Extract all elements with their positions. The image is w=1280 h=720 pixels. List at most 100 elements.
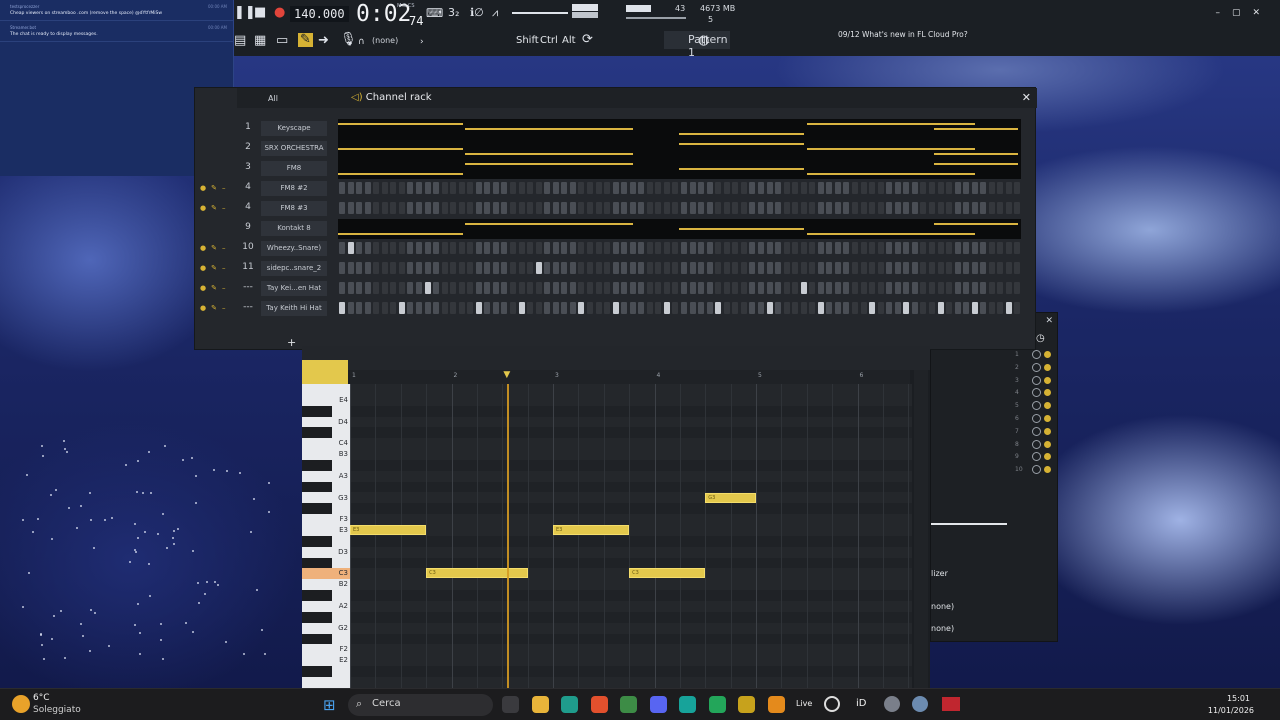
step-button[interactable] — [535, 242, 542, 254]
step-button[interactable] — [843, 282, 850, 294]
step-button[interactable] — [928, 262, 935, 274]
step-button[interactable] — [1014, 242, 1021, 254]
step-button[interactable] — [988, 262, 995, 274]
step-button[interactable] — [501, 302, 508, 314]
step-button[interactable] — [373, 282, 380, 294]
step-button[interactable] — [946, 242, 953, 254]
step-button[interactable] — [1005, 262, 1012, 274]
step-button[interactable] — [595, 182, 602, 194]
step-button[interactable] — [1005, 202, 1012, 214]
step-button[interactable] — [681, 282, 687, 294]
step-button[interactable] — [715, 302, 722, 314]
slot-led-icon[interactable] — [1044, 427, 1051, 435]
step-button[interactable] — [604, 262, 611, 274]
channel-row[interactable]: ●✎– 11 sidepc..snare_2 — [195, 259, 1037, 279]
step-button[interactable] — [501, 202, 508, 214]
channel-controls[interactable]: ●✎– — [200, 284, 230, 292]
step-button[interactable] — [886, 262, 893, 274]
step-button[interactable] — [920, 202, 927, 214]
slot-knob-icon[interactable] — [1032, 388, 1041, 398]
step-button[interactable] — [450, 262, 457, 274]
edge-icon[interactable] — [561, 696, 578, 713]
note-grid[interactable]: E3 C3 E3 C3 G3 — [350, 384, 912, 688]
step-button[interactable] — [800, 302, 807, 314]
mic-icon[interactable]: 🎙 — [340, 33, 357, 47]
chrome-icon[interactable] — [620, 696, 637, 713]
step-button[interactable] — [527, 242, 534, 254]
slot-led-icon[interactable] — [1044, 389, 1051, 397]
step-button[interactable] — [544, 242, 551, 254]
step-button[interactable] — [869, 282, 876, 294]
black-key[interactable] — [302, 459, 332, 471]
step-button[interactable] — [364, 202, 371, 214]
news-panel[interactable]: 09/12 What's new in FL Cloud Pro? — [838, 30, 968, 40]
step-button[interactable] — [877, 282, 884, 294]
step-button[interactable] — [681, 262, 687, 274]
step-button[interactable] — [715, 262, 722, 274]
globe-icon[interactable]: ◍ — [698, 34, 709, 48]
step-button[interactable] — [398, 182, 405, 194]
step-button[interactable] — [689, 302, 696, 314]
slot-knob-icon[interactable] — [1032, 452, 1041, 462]
step-button[interactable] — [535, 302, 542, 314]
step-button[interactable] — [407, 262, 414, 274]
step-button[interactable] — [424, 302, 431, 314]
step-button[interactable] — [723, 202, 730, 214]
step-button[interactable] — [843, 242, 850, 254]
step-button[interactable] — [646, 242, 653, 254]
step-button[interactable] — [373, 182, 380, 194]
step-button[interactable] — [552, 302, 559, 314]
step-button[interactable] — [911, 262, 918, 274]
step-button[interactable] — [843, 182, 850, 194]
step-button[interactable] — [740, 242, 747, 254]
step-button[interactable] — [928, 282, 935, 294]
step-button[interactable] — [407, 202, 414, 214]
black-key[interactable] — [302, 666, 332, 677]
step-button[interactable] — [860, 182, 867, 194]
step-button[interactable] — [424, 282, 431, 294]
step-button[interactable] — [894, 262, 901, 274]
step-button[interactable] — [894, 302, 901, 314]
step-button[interactable] — [1014, 202, 1021, 214]
step-button[interactable] — [980, 282, 987, 294]
tool-selector[interactable] — [302, 360, 348, 384]
black-key[interactable] — [302, 611, 332, 623]
step-button[interactable] — [723, 302, 730, 314]
slot-knob-icon[interactable] — [1032, 414, 1041, 423]
channel-row[interactable]: 2 SRX ORCHESTRA — [195, 139, 1037, 159]
timeline-ruler[interactable]: 1 2 3 4 5 6 ▼ — [350, 370, 910, 384]
brave-icon[interactable] — [590, 696, 608, 713]
step-button[interactable] — [339, 182, 345, 194]
channel-number[interactable]: 3 — [240, 162, 256, 172]
step-button[interactable] — [424, 182, 431, 194]
step-button[interactable] — [339, 262, 345, 274]
step-button[interactable] — [715, 282, 722, 294]
step-button[interactable] — [569, 302, 576, 314]
step-button[interactable] — [757, 282, 764, 294]
step-button[interactable] — [655, 202, 662, 214]
step-button[interactable] — [740, 302, 747, 314]
slot-led-icon[interactable] — [1044, 402, 1051, 410]
step-button[interactable] — [569, 262, 576, 274]
step-button[interactable] — [928, 182, 935, 194]
step-button[interactable] — [569, 182, 576, 194]
step-button[interactable] — [937, 302, 944, 314]
step-button[interactable] — [698, 262, 705, 274]
step-button[interactable] — [971, 302, 978, 314]
step-button[interactable] — [946, 202, 953, 214]
close-icon[interactable]: ✕ — [1022, 91, 1031, 104]
step-button[interactable] — [749, 302, 756, 314]
step-button[interactable] — [937, 242, 944, 254]
step-button[interactable] — [501, 242, 508, 254]
step-button[interactable] — [877, 242, 884, 254]
step-button[interactable] — [433, 262, 440, 274]
step-button[interactable] — [407, 242, 414, 254]
mixer-slot[interactable]: 8 — [1015, 441, 1027, 448]
step-button[interactable] — [450, 242, 457, 254]
step-button[interactable] — [766, 182, 773, 194]
step-button[interactable] — [963, 202, 970, 214]
step-button[interactable] — [638, 262, 645, 274]
slot-led-icon[interactable] — [1044, 440, 1051, 448]
mixer-slot[interactable]: 3 — [1015, 377, 1027, 384]
step-button[interactable] — [604, 242, 611, 254]
